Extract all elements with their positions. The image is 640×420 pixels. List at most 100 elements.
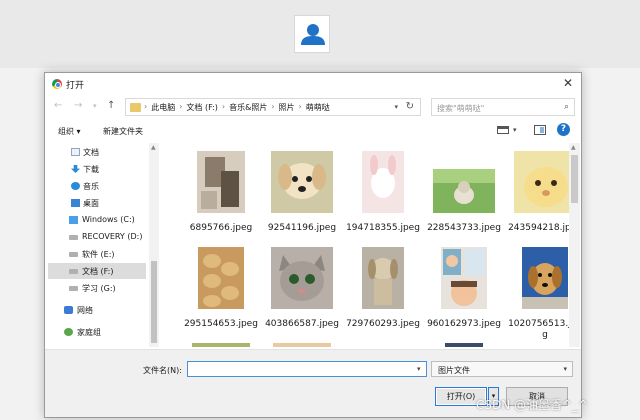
search-placeholder: 搜索"萌萌哒": [437, 104, 485, 113]
sidebar-item-label: RECOVERY (D:): [82, 232, 143, 241]
file-item[interactable]: [425, 343, 503, 347]
image-thumbnail: [271, 247, 333, 309]
breadcrumb-separator: ›: [144, 102, 148, 111]
sidebar-item-homegroup[interactable]: 家庭组: [48, 324, 146, 340]
file-item[interactable]: [263, 343, 341, 347]
scroll-up-icon[interactable]: ▲: [571, 144, 576, 151]
file-name: 295154653.jpeg: [184, 319, 258, 329]
file-item[interactable]: 228543733.jpeg: [425, 151, 503, 247]
new-folder-button[interactable]: 新建文件夹: [103, 126, 143, 137]
file-list-scroll-thumb[interactable]: [571, 155, 578, 203]
image-thumbnail: [514, 151, 569, 213]
drive-icon: [69, 252, 78, 257]
windows-drive-icon: [69, 216, 78, 224]
document-icon: [71, 148, 80, 156]
breadcrumb-this-pc[interactable]: 此电脑: [151, 102, 175, 113]
file-name: 1020756513.jpeg: [508, 319, 569, 340]
sidebar-item-label: 学习 (G:): [82, 284, 116, 293]
refresh-icon[interactable]: ↻: [406, 101, 414, 112]
watermark: CSDN @油墨香^_^: [476, 398, 589, 412]
search-icon[interactable]: ⌕: [564, 102, 569, 112]
file-type-select[interactable]: 图片文件 ▾: [431, 361, 573, 377]
file-item[interactable]: 295154653.jpeg: [182, 247, 260, 343]
sidebar-item-label: 音乐: [83, 182, 99, 191]
file-list-scrollbar[interactable]: ▲: [569, 143, 580, 347]
file-name: 6895766.jpeg: [189, 223, 253, 233]
close-icon[interactable]: ✕: [563, 76, 573, 90]
folder-icon: [130, 103, 141, 112]
image-thumbnail: [198, 247, 244, 309]
breadcrumb-photos[interactable]: 照片: [279, 102, 295, 113]
breadcrumb-music-photos[interactable]: 音乐&照片: [229, 102, 267, 113]
file-item[interactable]: 194718355.jpeg: [344, 151, 422, 247]
sidebar-item-label: 软件 (E:): [82, 250, 115, 259]
sidebar-item-drive-f[interactable]: 文档 (F:): [48, 263, 146, 279]
organize-button[interactable]: 组织 ▾: [58, 126, 81, 137]
sidebar-scroll-thumb[interactable]: [151, 261, 157, 343]
file-item[interactable]: 403866587.jpeg: [263, 247, 341, 343]
file-name: 194718355.jpeg: [346, 223, 420, 233]
sidebar-item-network[interactable]: 网络: [48, 302, 146, 318]
address-row: ← → ▾ ↑ › 此电脑 › 文档 (F:) › 音乐&照片 › 照片 › 萌…: [45, 97, 581, 117]
sidebar-item-label: 文档 (F:): [82, 267, 114, 276]
file-item[interactable]: 960162973.jpeg: [425, 247, 503, 343]
sidebar-item-drive-c[interactable]: Windows (C:): [48, 212, 146, 228]
file-item[interactable]: 6895766.jpeg: [182, 151, 260, 247]
file-name: 729760293.jpeg: [346, 319, 420, 329]
drive-icon: [69, 269, 78, 274]
address-bar[interactable]: › 此电脑 › 文档 (F:) › 音乐&照片 › 照片 › 萌萌哒 ▾ ↻: [125, 98, 421, 116]
network-icon: [64, 306, 73, 314]
help-icon[interactable]: ?: [557, 123, 570, 136]
file-item[interactable]: 243594218.jpeg: [506, 151, 569, 247]
file-name-input[interactable]: [187, 361, 427, 377]
sidebar-item-drive-e[interactable]: 软件 (E:): [48, 246, 146, 262]
file-name: 403866587.jpeg: [265, 319, 339, 329]
sidebar-item-music[interactable]: 音乐: [48, 178, 146, 194]
dialog-toolbar: 组织 ▾ 新建文件夹 ▾ ?: [45, 120, 581, 142]
sidebar-scrollbar[interactable]: ▲: [149, 143, 159, 347]
file-name-label: 文件名(N):: [143, 366, 182, 375]
breadcrumb-separator: ›: [271, 102, 275, 111]
file-item[interactable]: 1020756513.jpeg: [506, 247, 569, 343]
image-thumbnail: [522, 247, 568, 309]
file-name: 243594218.jpeg: [508, 223, 569, 233]
avatar-tile[interactable]: [294, 15, 330, 53]
view-options-chevron-icon[interactable]: ▾: [513, 126, 517, 134]
file-item[interactable]: [182, 343, 260, 347]
file-item[interactable]: 729760293.jpeg: [344, 247, 422, 343]
scroll-up-icon[interactable]: ▲: [151, 144, 156, 151]
breadcrumb-separator: ›: [298, 102, 302, 111]
breadcrumb: › 此电脑 › 文档 (F:) › 音乐&照片 › 照片 › 萌萌哒: [144, 102, 330, 113]
up-arrow-icon[interactable]: ↑: [107, 100, 115, 111]
sidebar-item-downloads[interactable]: 下载: [48, 161, 146, 177]
image-thumbnail: [362, 151, 404, 213]
top-band: [0, 0, 640, 68]
user-silhouette-icon: [301, 24, 325, 45]
address-dropdown-chevron-icon[interactable]: ▾: [394, 103, 398, 111]
file-item[interactable]: 92541196.jpeg: [263, 151, 341, 247]
image-thumbnail: [445, 343, 483, 347]
file-name-chevron-icon[interactable]: ▾: [417, 365, 421, 373]
breadcrumb-drive-f[interactable]: 文档 (F:): [186, 102, 217, 113]
homegroup-icon: [64, 328, 73, 336]
image-thumbnail: [433, 169, 495, 213]
back-arrow-icon[interactable]: ←: [54, 100, 62, 111]
breadcrumb-current-folder[interactable]: 萌萌哒: [306, 102, 330, 113]
music-icon: [71, 182, 80, 190]
recent-locations-chevron-icon[interactable]: ▾: [93, 102, 97, 110]
forward-arrow-icon[interactable]: →: [74, 100, 82, 111]
sidebar-item-label: 下载: [83, 165, 99, 174]
file-type-chevron-icon: ▾: [563, 365, 567, 373]
image-thumbnail: [271, 151, 333, 213]
view-options-icon[interactable]: [497, 126, 509, 134]
sidebar-item-documents[interactable]: 文档: [48, 144, 146, 160]
sidebar-item-drive-g[interactable]: 学习 (G:): [48, 280, 146, 296]
desktop-icon: [71, 199, 80, 207]
preview-pane-icon[interactable]: [534, 125, 546, 135]
sidebar-item-label: 桌面: [83, 199, 99, 208]
sidebar-item-drive-d[interactable]: RECOVERY (D:): [48, 229, 146, 245]
sidebar-item-desktop[interactable]: 桌面: [48, 195, 146, 211]
drive-icon: [69, 286, 78, 291]
file-name: 960162973.jpeg: [427, 319, 501, 329]
search-box[interactable]: 搜索"萌萌哒" ⌕: [431, 98, 575, 116]
